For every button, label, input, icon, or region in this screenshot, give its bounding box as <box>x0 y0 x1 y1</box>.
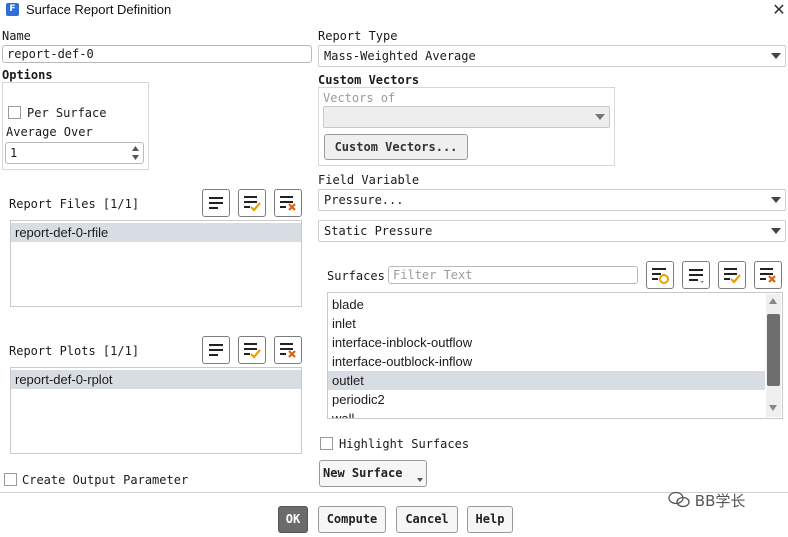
list-check-icon <box>244 343 261 359</box>
highlight-surfaces-label: Highlight Surfaces <box>339 437 470 451</box>
surfaces-filter-input[interactable]: Filter Text <box>388 266 638 284</box>
list-icon <box>689 269 704 283</box>
list-item[interactable]: inlet <box>328 314 765 333</box>
ok-button[interactable]: OK <box>278 506 308 533</box>
help-button[interactable]: Help <box>467 506 513 533</box>
report-plots-list[interactable]: report-def-0-rplot <box>10 367 302 454</box>
watermark-text: BB学长 <box>694 492 746 510</box>
field-category-dropdown[interactable]: Pressure... <box>318 189 786 211</box>
vectors-of-dropdown[interactable] <box>323 106 610 128</box>
average-over-field[interactable]: 1 <box>5 142 144 164</box>
report-type-label: Report Type <box>318 29 398 43</box>
surfaces-label: Surfaces <box>327 269 385 283</box>
list-clear-icon <box>760 268 776 283</box>
list-item[interactable]: interface-inblock-outflow <box>328 333 765 352</box>
average-over-label: Average Over <box>6 125 93 139</box>
surfaces-list[interactable]: blade inlet interface-inblock-outflow in… <box>327 292 783 419</box>
compute-button[interactable]: Compute <box>318 506 386 533</box>
name-label: Name <box>2 29 31 43</box>
close-icon[interactable]: ✕ <box>770 0 788 20</box>
field-variable-dropdown[interactable]: Static Pressure <box>318 220 786 242</box>
list-item[interactable]: periodic2 <box>328 390 765 409</box>
check-plots-button[interactable] <box>238 336 266 364</box>
chevron-down-icon <box>771 53 781 59</box>
deselect-files-button[interactable] <box>274 189 302 217</box>
create-output-parameter-checkbox[interactable] <box>4 473 17 486</box>
field-variable-label: Field Variable <box>318 173 420 187</box>
options-label: Options <box>2 68 53 82</box>
highlight-surfaces-checkbox[interactable] <box>320 437 333 450</box>
list-item[interactable]: report-def-0-rfile <box>11 223 301 242</box>
list-check-icon <box>244 196 261 212</box>
scroll-down-icon[interactable] <box>769 405 777 411</box>
list-item[interactable]: blade <box>328 295 765 314</box>
surface-groups-button[interactable] <box>646 261 674 289</box>
per-surface-checkbox[interactable] <box>8 106 21 119</box>
select-all-surfaces-button[interactable] <box>682 261 710 289</box>
report-files-list[interactable]: report-def-0-rfile <box>10 220 302 307</box>
deselect-surfaces-button[interactable] <box>754 261 782 289</box>
deselect-plots-button[interactable] <box>274 336 302 364</box>
cancel-button[interactable]: Cancel <box>396 506 458 533</box>
report-type-dropdown[interactable]: Mass-Weighted Average <box>318 45 786 67</box>
list-item[interactable]: report-def-0-rplot <box>11 370 301 389</box>
list-check-icon <box>724 268 741 284</box>
scrollbar-thumb[interactable] <box>767 314 780 386</box>
report-files-label: Report Files [1/1] <box>9 197 140 211</box>
average-over-spinner[interactable] <box>130 143 141 163</box>
list-item[interactable]: wall <box>328 409 765 418</box>
select-all-files-button[interactable] <box>202 189 230 217</box>
scroll-up-icon[interactable] <box>769 298 777 304</box>
list-icon <box>209 197 223 209</box>
window-title: Surface Report Definition <box>26 2 172 17</box>
new-surface-button[interactable]: New Surface <box>319 460 427 487</box>
list-clear-icon <box>280 196 296 211</box>
vectors-of-label: Vectors of <box>323 91 396 105</box>
report-plots-label: Report Plots [1/1] <box>9 344 140 358</box>
list-clear-icon <box>280 343 296 358</box>
app-icon: F <box>6 3 19 16</box>
list-group-icon <box>652 268 669 284</box>
chevron-down-icon <box>417 478 423 482</box>
create-output-parameter-label: Create Output Parameter <box>22 473 189 487</box>
surfaces-scrollbar[interactable] <box>766 294 781 417</box>
chevron-down-icon <box>771 228 781 234</box>
field-variable-value: Static Pressure <box>324 224 433 238</box>
custom-vectors-button[interactable]: Custom Vectors... <box>324 134 468 160</box>
list-item[interactable]: outlet <box>328 371 765 390</box>
report-type-value: Mass-Weighted Average <box>324 49 476 63</box>
average-over-value: 1 <box>10 146 18 160</box>
select-all-plots-button[interactable] <box>202 336 230 364</box>
wechat-icon <box>668 491 695 510</box>
check-surfaces-button[interactable] <box>718 261 746 289</box>
title-bar: F Surface Report Definition ✕ <box>0 0 788 22</box>
chevron-down-icon <box>595 114 605 120</box>
name-field[interactable]: report-def-0 <box>2 45 312 63</box>
per-surface-label: Per Surface <box>27 106 107 120</box>
watermark: BB学长 <box>668 490 745 511</box>
new-surface-label: New Surface <box>323 466 403 480</box>
field-category-value: Pressure... <box>324 193 404 207</box>
list-item[interactable]: interface-outblock-inflow <box>328 352 765 371</box>
chevron-down-icon <box>771 197 781 203</box>
check-files-button[interactable] <box>238 189 266 217</box>
list-icon <box>209 344 223 356</box>
custom-vectors-label: Custom Vectors <box>318 73 420 87</box>
